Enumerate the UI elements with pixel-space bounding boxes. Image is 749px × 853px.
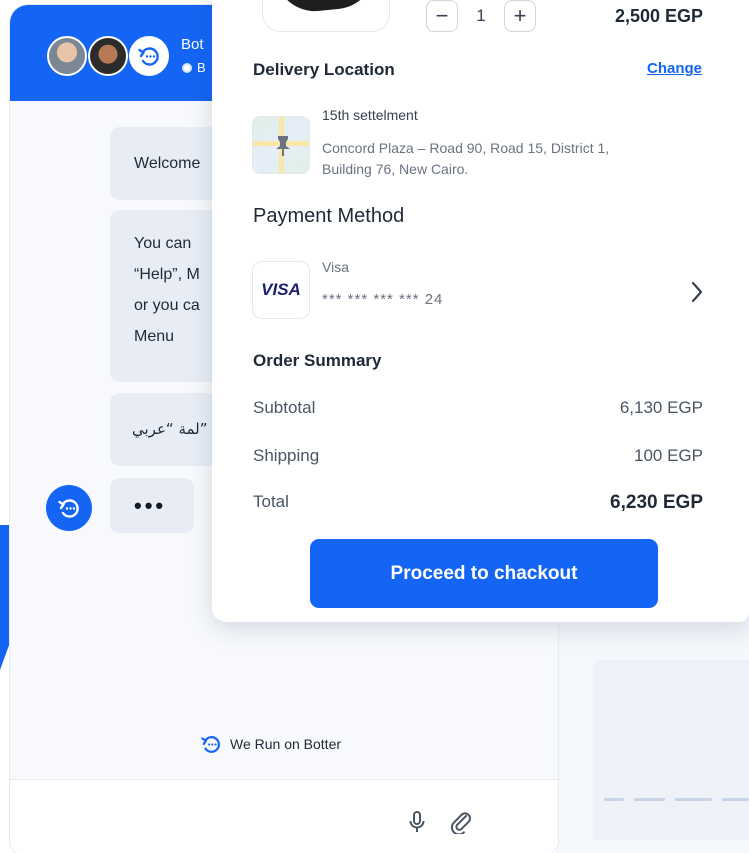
card-logo: VISA <box>252 261 310 319</box>
status-dot-icon <box>182 62 192 73</box>
summary-value: 6,130 EGP <box>619 398 703 417</box>
summary-row-total: Total 6,230 EGP <box>253 492 703 514</box>
quantity-stepper: − 1 + <box>426 0 536 32</box>
powered-by-text: We Run on Botter <box>230 736 342 752</box>
line-price: 2,500 EGP <box>614 6 703 26</box>
bot-name: Bot <box>181 36 204 53</box>
location-address: Concord Plaza – Road 90, Road 15, Distri… <box>322 140 610 177</box>
paperclip-icon[interactable] <box>450 810 472 834</box>
card-name: Visa <box>322 259 349 275</box>
summary-label: Shipping <box>253 446 320 465</box>
summary-title: Order Summary <box>253 351 382 370</box>
location-name: 15th settelment <box>322 107 418 123</box>
bot-logo-icon <box>138 47 159 66</box>
product-shape <box>275 0 379 16</box>
background-card <box>594 660 749 840</box>
increment-button[interactable]: + <box>504 0 536 32</box>
agent-avatar <box>47 36 87 76</box>
message-text: Welcome <box>134 155 201 172</box>
product-image <box>262 0 390 32</box>
summary-row-shipping: Shipping 100 EGP <box>253 446 703 466</box>
map-thumbnail <box>252 116 310 174</box>
agent-avatar <box>88 36 128 76</box>
payment-title: Payment Method <box>253 205 405 227</box>
bot-status-text: B <box>197 60 206 75</box>
order-card: − 1 + 2,500 EGP Delivery Location Change… <box>212 0 749 622</box>
visa-logo-text: VISA <box>261 280 301 299</box>
chevron-right-icon[interactable] <box>690 280 704 304</box>
map-pin-icon <box>276 136 290 156</box>
bot-status: B <box>182 60 206 75</box>
summary-row-subtotal: Subtotal 6,130 EGP <box>253 398 703 418</box>
decrement-button[interactable]: − <box>426 0 458 32</box>
bot-logo-icon <box>58 499 79 518</box>
message-text: لمة “عربي” <box>132 420 208 438</box>
bot-avatar <box>129 36 169 76</box>
summary-label: Subtotal <box>253 398 316 417</box>
message-composer[interactable] <box>10 779 558 853</box>
quantity-value: 1 <box>476 6 486 25</box>
card-number: *** *** *** *** 24 <box>322 291 444 308</box>
typing-indicator: ••• <box>110 478 194 533</box>
summary-value: 100 EGP <box>634 446 703 465</box>
mic-icon[interactable] <box>408 810 426 834</box>
bot-avatar <box>46 485 92 531</box>
delivery-title: Delivery Location <box>253 60 395 79</box>
proceed-to-checkout-button[interactable]: Proceed to chackout <box>310 539 658 608</box>
powered-by[interactable]: We Run on Botter <box>200 733 341 755</box>
decorative-dashes <box>604 798 749 802</box>
summary-value: 6,230 EGP <box>610 492 703 513</box>
change-location-link[interactable]: Change <box>647 60 702 77</box>
summary-label: Total <box>253 492 289 511</box>
bot-logo-icon <box>201 736 220 753</box>
